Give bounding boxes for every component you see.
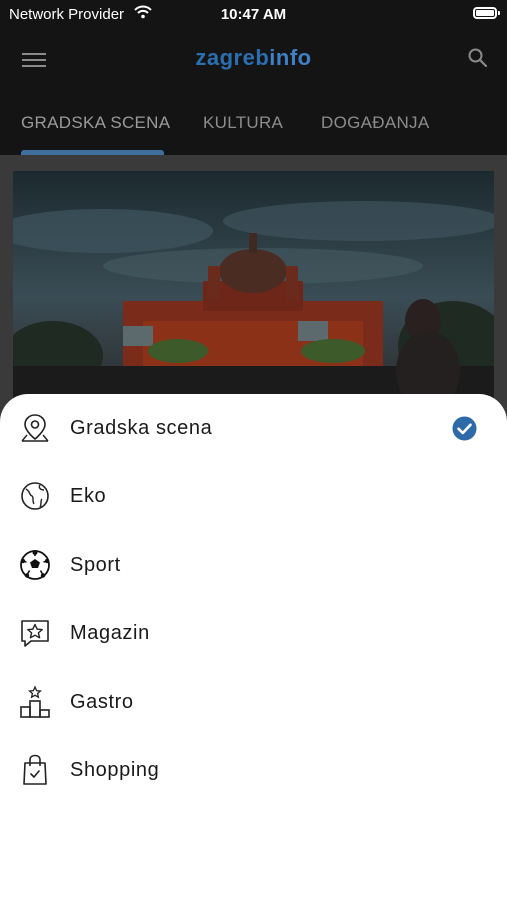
star-speech-bubble-icon [21,620,49,647]
check-circle-icon [452,416,477,441]
shopping-bag-icon [23,754,47,785]
status-time: 10:47 AM [220,6,287,23]
podium-icon [20,685,50,718]
category-item-sport[interactable]: Sport [0,531,507,599]
globe-icon [21,482,49,510]
category-label: Gastro [70,691,134,713]
tab-kultura[interactable]: KULTURA [203,113,283,133]
category-label: Gradska scena [70,417,213,439]
logo-text-info: info [269,45,312,70]
tab-dogadanja[interactable]: DOGAĐANJA [321,113,430,133]
logo-text-zagreb: zagreb [195,45,270,70]
category-item-shopping[interactable]: Shopping [0,736,507,804]
status-bar: Network Provider 10:47 AM [0,0,507,30]
category-label: Sport [70,554,121,576]
battery-icon [473,7,500,19]
category-tabs: GRADSKA SCENA KULTURA DOGAĐANJA [0,90,507,155]
hero-image[interactable] [13,171,494,401]
category-item-eko[interactable]: Eko [0,462,507,530]
search-button[interactable] [467,47,489,74]
category-item-magazin[interactable]: Magazin [0,599,507,667]
app-header: zagrebinfo [0,30,507,90]
soccer-ball-icon [20,550,50,580]
category-label: Magazin [70,622,150,644]
search-icon [468,48,488,68]
category-bottom-sheet: Gradska scena Eko Sport Magazin Gastro S… [0,394,507,900]
category-label: Shopping [70,759,160,781]
map-pin-icon [21,414,49,442]
category-label: Eko [70,485,107,507]
category-item-gradska-scena[interactable]: Gradska scena [0,394,507,462]
category-item-gastro[interactable]: Gastro [0,668,507,736]
tab-gradska-scena[interactable]: GRADSKA SCENA [21,113,170,133]
app-logo[interactable]: zagrebinfo [0,45,507,71]
